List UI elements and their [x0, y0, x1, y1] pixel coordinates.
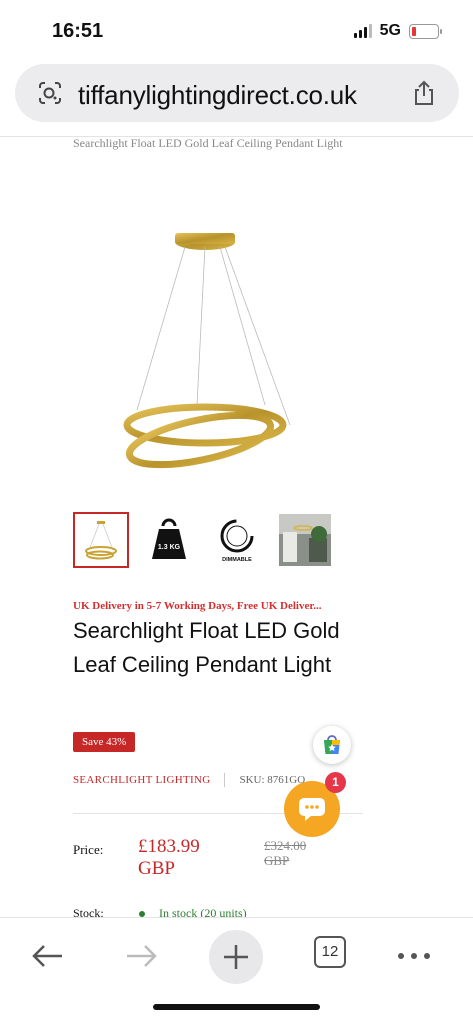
- thumbnail-room-photo[interactable]: [277, 512, 333, 568]
- battery-icon: [409, 23, 442, 39]
- brand-link[interactable]: SEARCHLIGHT LIGHTING: [73, 774, 210, 786]
- weight-icon: 1.3 KG: [152, 518, 186, 559]
- more-button[interactable]: [394, 936, 434, 976]
- pendant-thumbnail-icon: [85, 521, 117, 560]
- new-tab-button[interactable]: [209, 930, 263, 984]
- product-title: Searchlight Float LED Gold Leaf Ceiling …: [73, 618, 340, 677]
- chat-bubble-icon: [299, 798, 325, 821]
- sku-text: SKU: 8761GO: [239, 774, 306, 786]
- forward-button[interactable]: [122, 936, 162, 976]
- home-indicator: [153, 1004, 320, 1010]
- address-bar[interactable]: tiffanylightingdirect.co.uk: [15, 64, 459, 122]
- status-bar: 16:51 5G: [0, 0, 473, 58]
- original-price: £324.00 GBP: [264, 838, 306, 868]
- url-text[interactable]: tiffanylightingdirect.co.uk: [78, 80, 357, 111]
- plus-icon: [224, 945, 248, 969]
- lens-icon[interactable]: [37, 81, 63, 105]
- arrow-right-icon: [127, 945, 157, 967]
- room-photo-icon: [279, 514, 331, 566]
- status-indicators: 5G: [353, 22, 442, 40]
- dimmable-icon: DIMMABLE: [220, 519, 254, 563]
- product-main-image[interactable]: [115, 225, 300, 475]
- shopping-bag-icon: [324, 735, 340, 754]
- delivery-note: UK Delivery in 5-7 Working Days, Free UK…: [73, 600, 322, 612]
- original-price-amount: £324.00: [264, 838, 307, 853]
- breadcrumb[interactable]: Searchlight Float LED Gold Leaf Ceiling …: [73, 131, 373, 155]
- current-price: £183.99 GBP: [138, 836, 200, 880]
- original-price-currency: GBP: [264, 853, 290, 868]
- signal-icon: [353, 24, 372, 38]
- shop-app-button[interactable]: [313, 726, 351, 764]
- thumbnail-weight[interactable]: 1.3 KG: [141, 512, 197, 568]
- weight-label: 1.3 KG: [158, 544, 181, 551]
- price-label: Price:: [73, 842, 104, 857]
- arrow-left-icon: [32, 945, 62, 967]
- current-price-amount: £183.99: [138, 836, 200, 857]
- save-badge: Save 43%: [73, 732, 136, 752]
- current-price-currency: GBP: [138, 858, 175, 879]
- share-icon[interactable]: [411, 79, 437, 107]
- back-button[interactable]: [27, 936, 67, 976]
- chat-notification-badge: 1: [325, 772, 346, 793]
- tabs-button[interactable]: 12: [314, 936, 346, 968]
- brand-separator: [224, 773, 226, 787]
- brand-row: SEARCHLIGHT LIGHTING SKU: 8761GO: [73, 773, 305, 787]
- thumbnail-product-photo[interactable]: [73, 512, 129, 568]
- status-time: 16:51: [52, 20, 104, 42]
- thumbnail-dimmable[interactable]: DIMMABLE: [209, 512, 265, 568]
- dimmable-label: DIMMABLE: [222, 557, 252, 563]
- thumbnail-strip: 1.3 KG DIMMABLE: [73, 512, 333, 568]
- more-dots-icon: [398, 953, 430, 959]
- network-label: 5G: [379, 22, 401, 39]
